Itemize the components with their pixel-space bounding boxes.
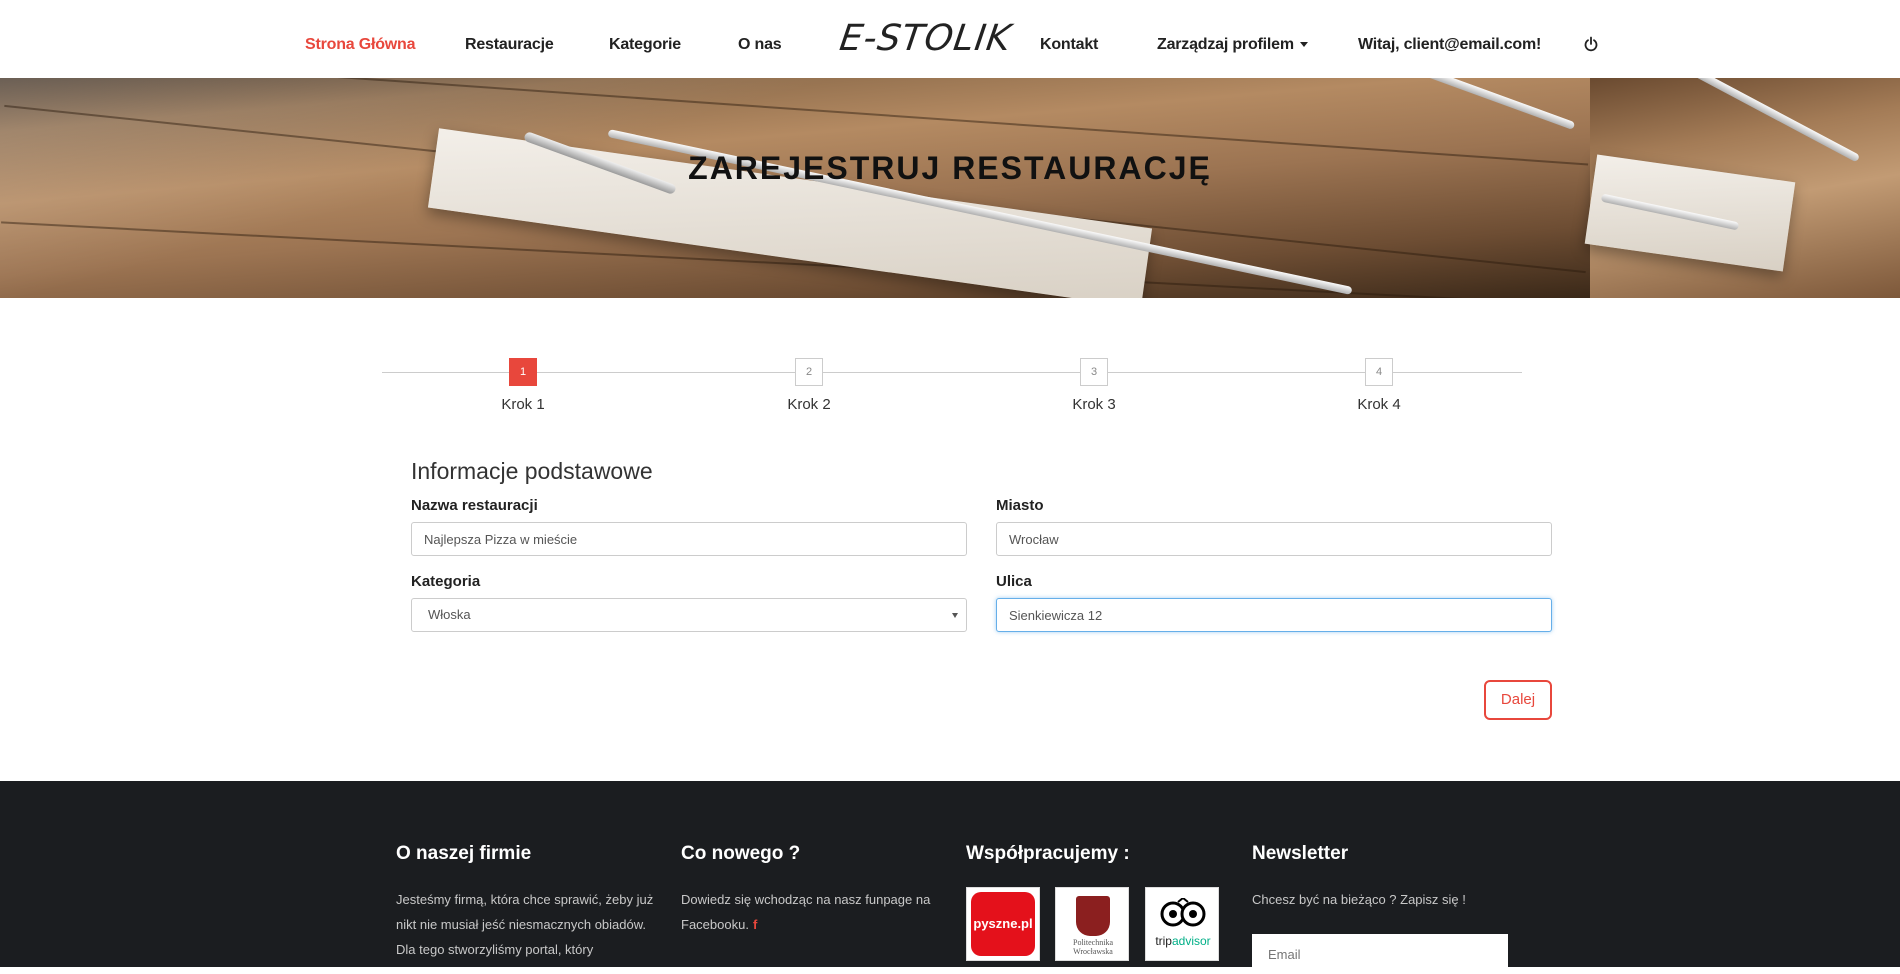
category-select[interactable]: Włoska	[411, 598, 967, 632]
caret-down-icon	[1299, 42, 1308, 48]
nav-about-link[interactable]: O nas	[738, 36, 782, 54]
step-2-label: Krok 2	[787, 396, 831, 413]
category-select-value: Włoska	[428, 607, 471, 622]
hero-background-image	[0, 78, 1590, 298]
footer-newsletter: Newsletter Chcesz być na bieżąco ? Zapis…	[1252, 843, 1514, 912]
restaurant-name-input[interactable]	[411, 522, 967, 556]
footer-about-text: Jesteśmy firmą, która chce sprawić, żeby…	[396, 892, 654, 957]
footer: O naszej firmie Jesteśmy firmą, która ch…	[0, 781, 1900, 967]
footer-newsletter-title: Newsletter	[1252, 843, 1349, 864]
navbar: Strona Główna Restauracje Kategorie O na…	[0, 0, 1900, 78]
step-4-label: Krok 4	[1357, 396, 1401, 413]
restaurant-name-label: Nazwa restauracji	[411, 497, 538, 514]
hero-banner: ZAREJESTRUJ RESTAURACJĘ	[0, 78, 1900, 298]
shield-icon	[1076, 896, 1110, 936]
nav-manage-profile-label: Zarządzaj profilem	[1157, 36, 1294, 53]
nav-manage-profile-dropdown[interactable]: Zarządzaj profilem	[1157, 36, 1308, 54]
footer-partners-title: Współpracujemy :	[966, 843, 1130, 864]
page-title: ZAREJESTRUJ RESTAURACJĘ	[688, 150, 1212, 186]
step-4[interactable]: 4 Krok 4	[1319, 358, 1439, 413]
select-arrow-icon	[952, 613, 958, 618]
street-label: Ulica	[996, 573, 1032, 590]
power-icon[interactable]	[1583, 36, 1599, 52]
step-1[interactable]: 1 Krok 1	[463, 358, 583, 413]
footer-news-text: Dowiedz się wchodząc na nasz funpage na …	[681, 892, 931, 932]
nav-contact-link[interactable]: Kontakt	[1040, 36, 1098, 54]
owl-icon	[1160, 898, 1206, 927]
step-2-number: 2	[795, 358, 823, 386]
city-input[interactable]	[996, 522, 1552, 556]
step-2[interactable]: 2 Krok 2	[749, 358, 869, 413]
partner-tripadvisor-logo[interactable]: tripadvisor	[1145, 887, 1219, 961]
city-label: Miasto	[996, 497, 1044, 514]
footer-about-title: O naszej firmie	[396, 843, 532, 864]
footer-news: Co nowego ? Dowiedz się wchodząc na nasz…	[681, 843, 943, 937]
form-section-title: Informacje podstawowe	[411, 458, 653, 484]
partner-pyszne-logo[interactable]: pyszne.pl	[966, 887, 1040, 961]
nav-categories-link[interactable]: Kategorie	[609, 36, 681, 54]
nav-home-link[interactable]: Strona Główna	[305, 36, 416, 54]
nav-greeting: Witaj, client@email.com!	[1358, 36, 1542, 53]
footer-about: O naszej firmie Jesteśmy firmą, która ch…	[396, 843, 658, 962]
site-logo[interactable]: E-STOLIK	[837, 18, 1014, 59]
newsletter-email-input[interactable]	[1252, 934, 1508, 974]
step-1-number: 1	[509, 358, 537, 386]
footer-news-title: Co nowego ?	[681, 843, 801, 864]
step-1-label: Krok 1	[501, 396, 545, 413]
partner-politechnika-logo[interactable]: Politechnika Wrocławska	[1055, 887, 1129, 961]
nav-restaurants-link[interactable]: Restauracje	[465, 36, 554, 54]
step-3-number: 3	[1080, 358, 1108, 386]
street-input[interactable]	[996, 598, 1552, 632]
category-label: Kategoria	[411, 573, 481, 590]
hero-background-image-repeat	[1584, 78, 1900, 298]
step-4-number: 4	[1365, 358, 1393, 386]
step-3[interactable]: 3 Krok 3	[1034, 358, 1154, 413]
footer-partners: Współpracujemy :	[966, 843, 1228, 865]
next-button[interactable]: Dalej	[1484, 680, 1552, 720]
step-3-label: Krok 3	[1072, 396, 1116, 413]
footer-newsletter-text: Chcesz być na bieżąco ? Zapisz się !	[1252, 892, 1466, 907]
facebook-icon[interactable]: f	[753, 917, 757, 932]
